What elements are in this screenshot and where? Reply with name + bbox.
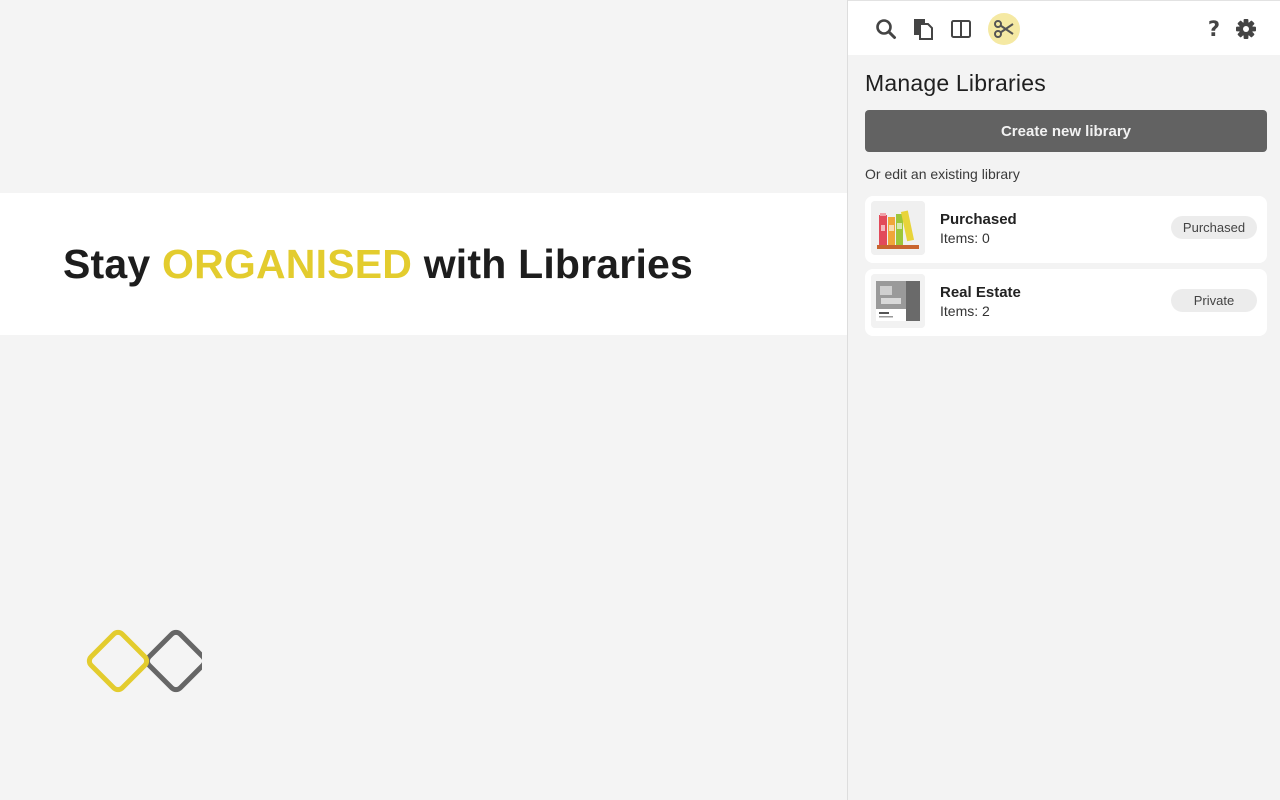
search-button[interactable]: [870, 13, 902, 45]
library-badge: Private: [1171, 289, 1257, 312]
split-view-button[interactable]: [945, 13, 977, 45]
search-icon: [876, 19, 896, 39]
panel-title: Manage Libraries: [865, 70, 1046, 96]
library-item-count: Items: 0: [940, 230, 990, 246]
pages-button[interactable]: [907, 13, 939, 45]
real-estate-thumbnail: [871, 274, 925, 328]
hero-title-accent: ORGANISED: [162, 241, 413, 287]
scissors-icon: [994, 20, 1014, 38]
library-name: Real Estate: [940, 284, 1021, 301]
library-name: Purchased: [940, 211, 1017, 228]
pages-icon: [914, 19, 933, 40]
existing-libraries-label: Or edit an existing library: [865, 166, 1020, 182]
books-icon: [871, 201, 925, 255]
hero-title: Stay ORGANISED with Libraries: [63, 240, 693, 288]
hero-title-start: Stay: [63, 241, 162, 287]
books-thumbnail: [871, 201, 925, 255]
double-diamond-logo: [86, 629, 202, 693]
settings-button[interactable]: [1230, 13, 1262, 45]
help-icon: ?: [1207, 17, 1221, 41]
room-photo-icon: [871, 274, 925, 328]
split-view-icon: [951, 20, 971, 38]
hero-title-end: with Libraries: [412, 241, 694, 287]
panel-toolbar: ?: [848, 0, 1280, 55]
library-item-count: Items: 2: [940, 303, 990, 319]
library-badge: Purchased: [1171, 216, 1257, 239]
library-card-purchased[interactable]: Purchased Items: 0 Purchased: [865, 196, 1267, 263]
scissors-button[interactable]: [988, 13, 1020, 45]
gear-icon: [1236, 19, 1256, 39]
libraries-panel: ? Manage Libraries Create new library Or…: [847, 0, 1280, 800]
create-library-button[interactable]: Create new library: [865, 110, 1267, 152]
library-card-real-estate[interactable]: Real Estate Items: 2 Private: [865, 269, 1267, 336]
help-button[interactable]: ?: [1198, 13, 1230, 45]
